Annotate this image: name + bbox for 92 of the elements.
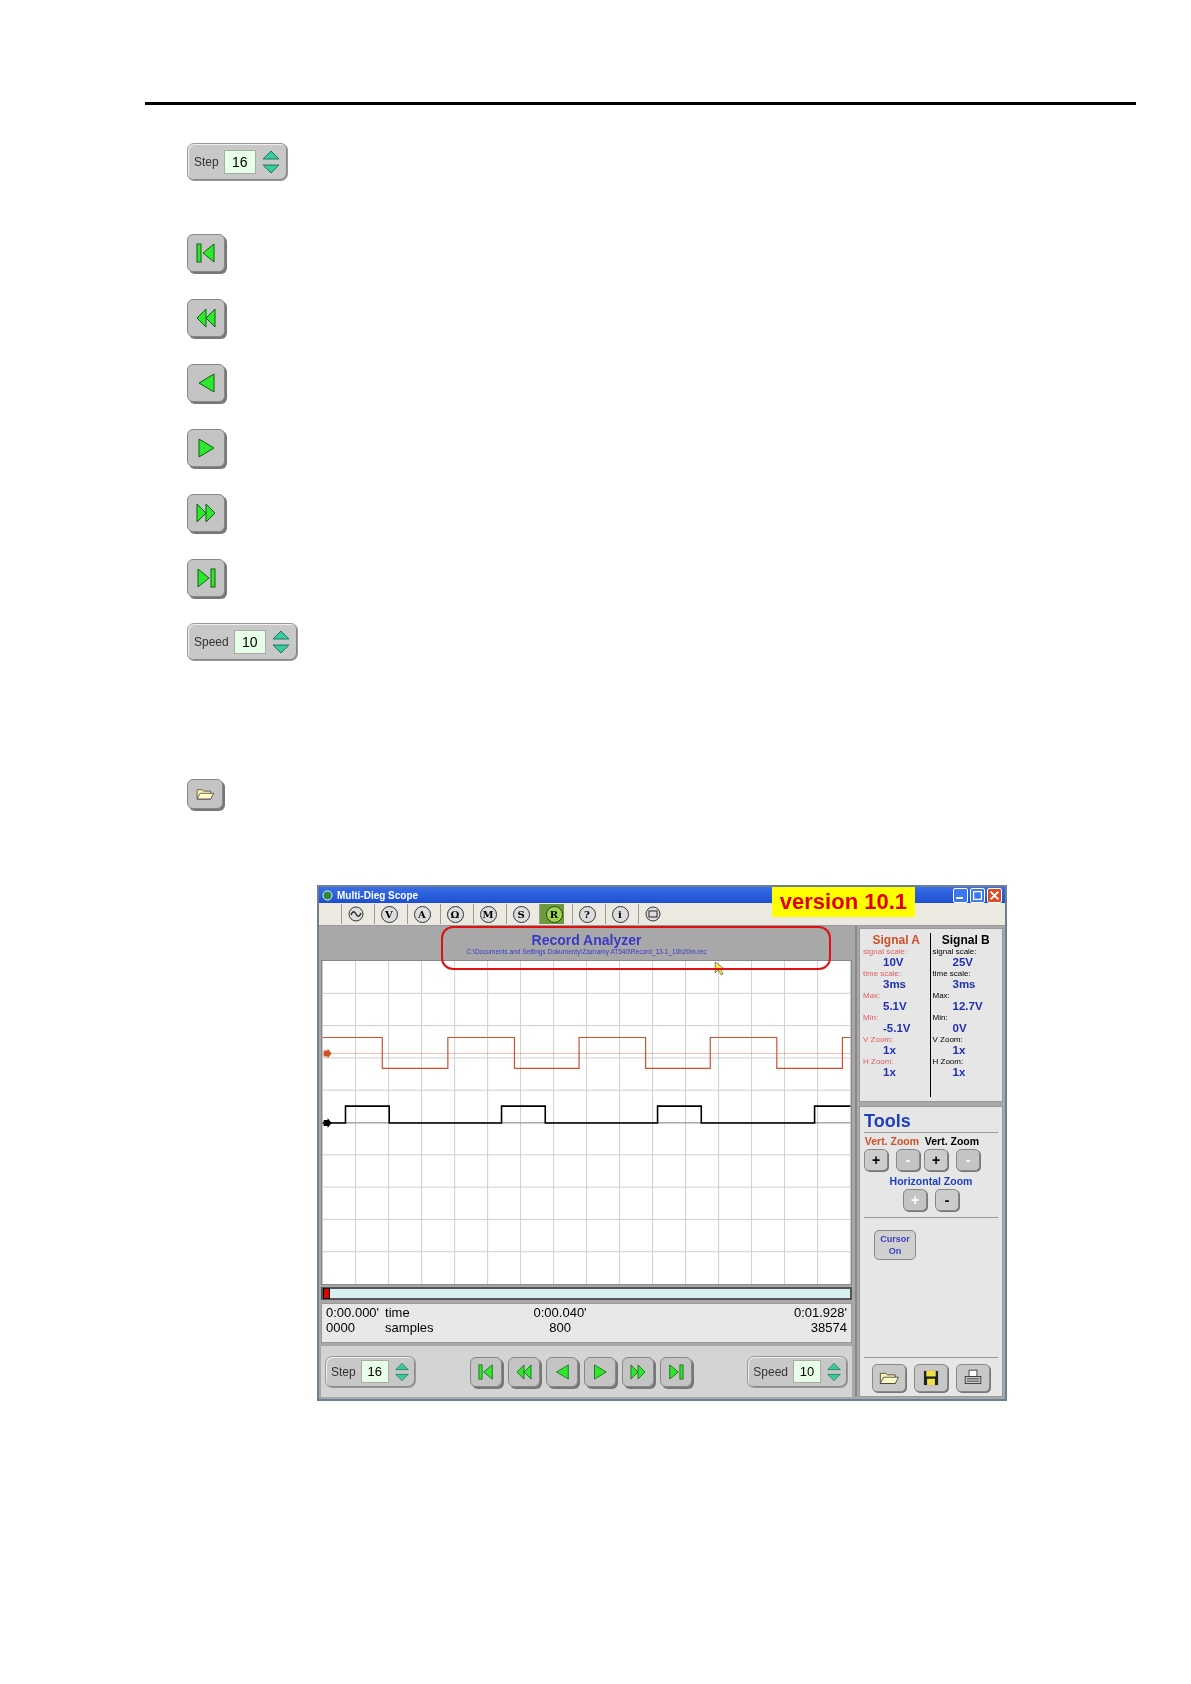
spinner-value[interactable]: 16 bbox=[223, 150, 256, 174]
sine-wave-icon[interactable] bbox=[341, 904, 366, 924]
close-icon bbox=[988, 888, 1001, 902]
up-down-arrows-icon[interactable] bbox=[260, 148, 281, 176]
skip-to-start-button[interactable] bbox=[470, 1356, 503, 1387]
channel-marker-icon bbox=[323, 1118, 332, 1128]
step-spinner[interactable]: Step 16 bbox=[325, 1355, 416, 1388]
field-value: 0V bbox=[952, 1022, 967, 1034]
field-label: time scale: bbox=[932, 969, 971, 978]
zoom-label: Vert. Zoom bbox=[924, 1135, 980, 1147]
zoom-label: Vert. Zoom bbox=[864, 1135, 920, 1147]
spinner-value[interactable]: 16 bbox=[360, 1360, 389, 1383]
field-value: 3ms bbox=[883, 978, 907, 990]
speed-spinner[interactable]: Speed 10 bbox=[747, 1355, 848, 1388]
mouse-pointer-icon bbox=[714, 961, 725, 976]
field-value: 12.7V bbox=[952, 1000, 983, 1012]
field-label: H Zoom: bbox=[932, 1057, 964, 1066]
field-label: Min: bbox=[932, 1013, 948, 1022]
field-value: 1x bbox=[952, 1066, 966, 1078]
field-value: 3ms bbox=[952, 978, 976, 990]
window-title: Multi-Dieg Scope bbox=[337, 889, 419, 901]
minimize-button[interactable] bbox=[953, 887, 968, 903]
minimize-icon bbox=[956, 896, 963, 899]
readout-value: 0:01.928' bbox=[793, 1305, 847, 1320]
readout-value: 0000 bbox=[326, 1320, 356, 1335]
field-value: 1x bbox=[883, 1044, 896, 1056]
maximize-button[interactable] bbox=[970, 887, 985, 903]
field-value: 1x bbox=[952, 1044, 966, 1056]
app-icon bbox=[322, 889, 333, 901]
up-down-arrows-icon[interactable] bbox=[393, 1360, 410, 1383]
step-back-button[interactable] bbox=[546, 1356, 579, 1387]
field-value: 25V bbox=[952, 956, 973, 968]
skip-to-end-button[interactable] bbox=[660, 1356, 693, 1387]
skip-to-end-button[interactable] bbox=[187, 559, 225, 597]
version-banner: version 10.1 bbox=[771, 887, 915, 917]
field-label: Max: bbox=[932, 991, 950, 1000]
field-label: signal scale: bbox=[932, 947, 977, 956]
channel-marker-icon bbox=[323, 1048, 332, 1059]
field-value: -5.1V bbox=[883, 1022, 911, 1034]
rewind-button[interactable] bbox=[187, 299, 225, 337]
floppy-disk-button[interactable] bbox=[914, 1364, 948, 1392]
field-label: V Zoom: bbox=[863, 1035, 894, 1044]
fast-forward-button[interactable] bbox=[187, 494, 225, 532]
signal-name: Signal A bbox=[871, 933, 922, 947]
field-value: 1x bbox=[883, 1066, 896, 1078]
open-folder-button[interactable] bbox=[187, 779, 223, 809]
spinner-label: Speed bbox=[753, 1364, 788, 1379]
field-label: time scale: bbox=[863, 969, 902, 978]
speed-spinner[interactable]: Speed 10 bbox=[187, 623, 298, 661]
zoom-button[interactable]: - bbox=[935, 1189, 959, 1211]
up-down-arrows-icon[interactable] bbox=[270, 628, 291, 656]
field-value: 10V bbox=[883, 956, 904, 968]
tool-button[interactable]: R bbox=[539, 904, 564, 924]
spinner-label: Step bbox=[194, 155, 219, 169]
cursor-button[interactable]: Cursor On bbox=[874, 1230, 916, 1260]
tools-title: Tools bbox=[864, 1111, 998, 1133]
readout-value: 800 bbox=[549, 1320, 571, 1335]
zoom-label: Horizontal Zoom bbox=[888, 1175, 974, 1187]
spinner-value[interactable]: 10 bbox=[233, 630, 266, 654]
step-spinner[interactable]: Step 16 bbox=[187, 143, 288, 181]
readout-label: samples bbox=[385, 1320, 434, 1335]
printer-button[interactable] bbox=[956, 1364, 990, 1392]
zoom-button[interactable]: + bbox=[864, 1149, 888, 1171]
field-label: V Zoom: bbox=[932, 1035, 963, 1044]
slider-thumb[interactable] bbox=[323, 1288, 330, 1299]
field-label: Min: bbox=[863, 1013, 879, 1022]
skip-to-start-button[interactable] bbox=[187, 234, 225, 272]
field-label: Max: bbox=[863, 991, 881, 1000]
analyzer-title: Record Analyzer bbox=[531, 931, 642, 948]
spinner-label: Step bbox=[331, 1364, 356, 1379]
field-label: signal scale: bbox=[863, 947, 908, 956]
spinner-label: Speed bbox=[194, 635, 229, 649]
readout-label: time bbox=[385, 1305, 411, 1320]
step-back-button[interactable] bbox=[187, 364, 225, 402]
play-button[interactable] bbox=[584, 1356, 617, 1387]
readout-value: 0:00.000' bbox=[326, 1305, 380, 1320]
field-value: 5.1V bbox=[883, 1000, 907, 1012]
readout-value: 0:00.040' bbox=[533, 1305, 587, 1320]
open-folder-button[interactable] bbox=[872, 1364, 906, 1392]
zoom-button[interactable]: + bbox=[924, 1149, 948, 1171]
close-button[interactable] bbox=[987, 887, 1002, 903]
rewind-button[interactable] bbox=[508, 1356, 541, 1387]
fast-forward-button[interactable] bbox=[622, 1356, 655, 1387]
maximize-icon bbox=[971, 888, 984, 902]
play-button[interactable] bbox=[187, 429, 225, 467]
signal-name: Signal B bbox=[940, 933, 991, 947]
up-down-arrows-icon[interactable] bbox=[826, 1360, 842, 1383]
position-slider[interactable] bbox=[321, 1287, 852, 1300]
field-label: H Zoom: bbox=[863, 1057, 894, 1066]
window-icon[interactable] bbox=[638, 904, 663, 924]
spinner-value[interactable]: 10 bbox=[793, 1360, 821, 1383]
readout-value: 38574 bbox=[810, 1320, 847, 1335]
